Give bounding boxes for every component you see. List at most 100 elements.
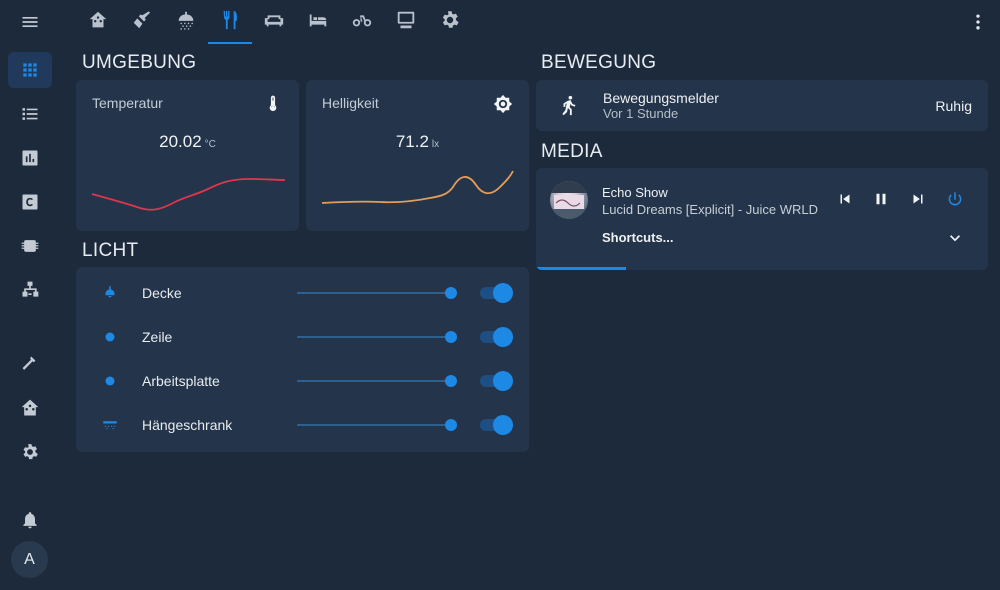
- c-icon[interactable]: [8, 184, 52, 220]
- bell-icon[interactable]: [8, 502, 52, 538]
- brightness-sparkline: [321, 170, 514, 204]
- section-title-motion: BEWEGUNG: [541, 52, 657, 73]
- brightness-icon: [493, 94, 513, 114]
- sitemap-icon[interactable]: [8, 272, 52, 308]
- desktop-icon: [395, 9, 417, 36]
- temperature-card[interactable]: Temperatur 20.02 °C: [76, 80, 299, 231]
- temperature-unit: °C: [204, 139, 216, 150]
- toggle-knob: [493, 327, 513, 347]
- tab-kitchen[interactable]: [208, 0, 252, 44]
- tab-settings[interactable]: [428, 0, 472, 44]
- menu-icon[interactable]: [8, 4, 52, 40]
- brightness-slider[interactable]: [297, 419, 457, 431]
- gear-icon: [439, 9, 461, 36]
- slider-fill: [297, 336, 451, 338]
- cabinet-light-icon[interactable]: [100, 415, 120, 435]
- bed-icon: [307, 9, 329, 36]
- lights-card: Decke Zeile Arbeitsplatte Hängeschrank: [76, 267, 529, 452]
- tab-shower[interactable]: [164, 0, 208, 44]
- overview-icon[interactable]: [8, 52, 52, 88]
- motion-state: Ruhig: [935, 98, 972, 114]
- brightness-label: Helligkeit: [322, 95, 379, 111]
- power-button[interactable]: [943, 189, 967, 213]
- sofa-icon: [263, 9, 285, 36]
- skip-previous-icon: [836, 190, 854, 213]
- bulb-icon[interactable]: [100, 371, 120, 391]
- tab-bike[interactable]: [340, 0, 384, 44]
- light-name: Zeile: [142, 329, 173, 345]
- slider-thumb[interactable]: [444, 287, 457, 299]
- shower-icon: [175, 9, 197, 36]
- top-tabs: [60, 0, 1000, 44]
- chevron-down-icon[interactable]: [945, 228, 965, 248]
- light-row-zeile: Zeile: [76, 315, 529, 359]
- motion-card[interactable]: Bewegungsmelder Vor 1 Stunde Ruhig: [536, 80, 988, 131]
- broom-icon: [131, 9, 153, 36]
- settings-icon[interactable]: [8, 434, 52, 470]
- album-art-image: [550, 181, 588, 219]
- light-toggle[interactable]: [478, 327, 513, 347]
- media-progress-bar[interactable]: [536, 267, 627, 270]
- brightness-value: 71.2 lx: [306, 132, 529, 152]
- thermometer-icon: [263, 94, 283, 114]
- toggle-knob: [493, 283, 513, 303]
- slider-thumb[interactable]: [444, 375, 457, 387]
- temperature-label: Temperatur: [92, 95, 163, 111]
- chip-icon[interactable]: [8, 228, 52, 264]
- section-title-light: LICHT: [82, 240, 139, 261]
- logbook-icon[interactable]: [8, 96, 52, 132]
- tab-bedroom[interactable]: [296, 0, 340, 44]
- pause-icon: [872, 190, 890, 213]
- slider-fill: [297, 424, 451, 426]
- tab-home[interactable]: [76, 0, 120, 44]
- temperature-value: 20.02 °C: [76, 132, 299, 152]
- more-options-icon[interactable]: [966, 10, 990, 34]
- power-icon: [946, 190, 964, 213]
- album-art[interactable]: [550, 181, 588, 219]
- light-toggle[interactable]: [478, 283, 513, 303]
- motion-sensor-time: Vor 1 Stunde: [603, 106, 679, 121]
- light-toggle[interactable]: [478, 371, 513, 391]
- brightness-slider[interactable]: [297, 331, 457, 343]
- temperature-number: 20.02: [159, 132, 202, 151]
- brightness-number: 71.2: [395, 132, 429, 151]
- history-icon[interactable]: [8, 140, 52, 176]
- brightness-slider[interactable]: [297, 375, 457, 387]
- section-title-environment: UMGEBUNG: [82, 52, 197, 73]
- next-track-button[interactable]: [906, 189, 930, 213]
- walk-icon: [558, 94, 580, 121]
- home-assistant-icon[interactable]: [8, 390, 52, 426]
- brightness-card[interactable]: Helligkeit 71.2 lx: [306, 80, 529, 231]
- bulb-icon[interactable]: [100, 327, 120, 347]
- avatar[interactable]: A: [11, 541, 48, 578]
- brightness-unit: lx: [431, 139, 440, 150]
- toggle-knob: [493, 415, 513, 435]
- slider-fill: [297, 292, 451, 294]
- tab-living-room[interactable]: [252, 0, 296, 44]
- media-track-title: Lucid Dreams [Explicit] - Juice WRLD: [602, 202, 818, 217]
- bicycle-icon: [351, 9, 373, 36]
- light-name: Hängeschrank: [142, 417, 233, 433]
- silverware-icon: [219, 9, 241, 36]
- motion-sensor-name: Bewegungsmelder: [603, 90, 719, 106]
- light-row-haengeschrank: Hängeschrank: [76, 403, 529, 447]
- light-name: Arbeitsplatte: [142, 373, 220, 389]
- shortcuts-select[interactable]: Shortcuts...: [602, 230, 674, 245]
- tab-computer[interactable]: [384, 0, 428, 44]
- light-name: Decke: [142, 285, 182, 301]
- pause-button[interactable]: [869, 189, 893, 213]
- hammer-icon[interactable]: [8, 346, 52, 382]
- light-toggle[interactable]: [478, 415, 513, 435]
- tab-cleaning[interactable]: [120, 0, 164, 44]
- previous-track-button[interactable]: [833, 189, 857, 213]
- ceiling-lamp-icon[interactable]: [100, 283, 120, 303]
- slider-thumb[interactable]: [444, 419, 457, 431]
- slider-thumb[interactable]: [444, 331, 457, 343]
- brightness-slider[interactable]: [297, 287, 457, 299]
- media-device-name: Echo Show: [602, 185, 668, 200]
- slider-fill: [297, 380, 451, 382]
- toggle-knob: [493, 371, 513, 391]
- temperature-sparkline: [91, 178, 285, 211]
- sidebar: A: [0, 0, 60, 590]
- skip-next-icon: [909, 190, 927, 213]
